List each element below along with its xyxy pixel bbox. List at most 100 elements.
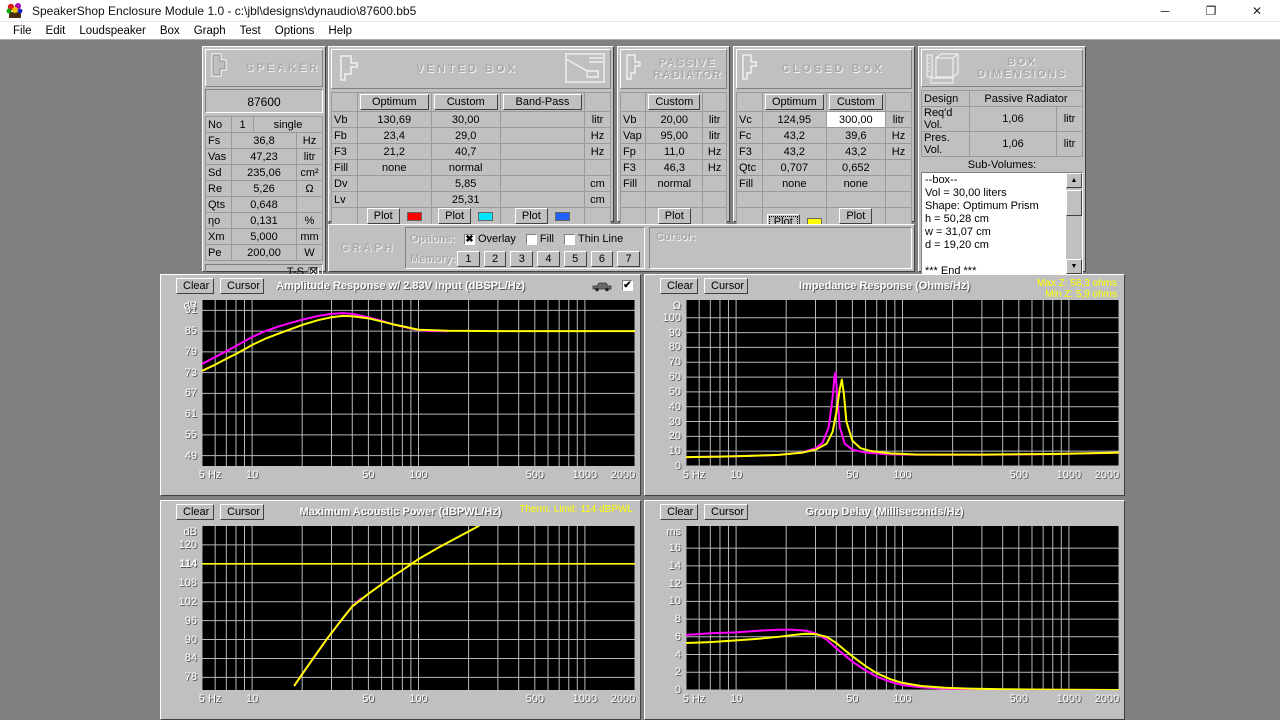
table-row[interactable]: Vb 20,00 litr <box>619 111 727 128</box>
vented-optimum-value[interactable]: 21,2 <box>357 143 432 160</box>
passive-row-value[interactable]: 20,00 <box>645 111 704 128</box>
vented-custom-value[interactable]: 30,00 <box>430 111 501 128</box>
scroll-up-icon[interactable]: ▲ <box>1066 173 1082 188</box>
table-row[interactable]: Vap 95,00 litr <box>619 127 727 144</box>
box-reqd-vol-value[interactable]: 1,06 <box>969 106 1057 132</box>
fill-checkbox[interactable] <box>525 233 537 245</box>
groupdelay-plot-area[interactable] <box>686 526 1119 690</box>
vented-bandpass-value[interactable] <box>499 191 586 208</box>
vented-custom-value[interactable]: normal <box>430 159 501 176</box>
speaker-row-value[interactable]: 235,06 <box>231 164 297 181</box>
vented-bandpass-value[interactable] <box>499 127 586 144</box>
closed-custom-value[interactable]: 0,652 <box>825 159 887 176</box>
maxpower-plot-area[interactable] <box>202 526 635 690</box>
closed-optimum-value[interactable]: 43,2 <box>762 143 827 160</box>
speaker-mode-value[interactable]: single <box>253 116 323 133</box>
vented-bandpass-value[interactable] <box>499 111 586 128</box>
table-row[interactable]: Vb 130,69 30,00 litr <box>331 111 611 128</box>
menu-item-help[interactable]: Help <box>321 22 359 40</box>
menu-item-box[interactable]: Box <box>153 22 187 40</box>
table-row[interactable]: F3 46,3 Hz <box>619 159 727 176</box>
table-row[interactable]: Design Passive Radiator <box>921 90 1083 107</box>
minimize-button[interactable]: ─ <box>1142 0 1188 22</box>
memory-button-1[interactable]: 1 <box>457 251 480 267</box>
speaker-row-value[interactable]: 36,8 <box>231 132 297 149</box>
vented-bandpass-value[interactable] <box>499 159 586 176</box>
closed-optimum-value[interactable]: 0,707 <box>762 159 827 176</box>
speaker-row-value[interactable]: 5,000 <box>231 228 297 245</box>
menu-item-test[interactable]: Test <box>233 22 268 40</box>
vented-custom-value[interactable]: 25,31 <box>430 191 501 208</box>
speaker-no-value[interactable]: 1 <box>231 116 254 133</box>
passive-plot-button[interactable]: Plot <box>657 208 691 224</box>
closed-custom-value[interactable]: 300,00 <box>825 111 887 128</box>
closed-optimum-value[interactable]: none <box>762 175 827 192</box>
speaker-row-value[interactable]: 5,26 <box>231 180 297 197</box>
box-design-value[interactable]: Passive Radiator <box>969 90 1083 107</box>
closed-optimum-button[interactable]: Optimum <box>765 94 824 110</box>
table-row[interactable]: Sd 235,06 cm² <box>205 164 323 181</box>
table-row[interactable]: Fs 36,8 Hz <box>205 132 323 149</box>
vented-bandpass-button[interactable]: Band-Pass <box>502 94 582 110</box>
overlay-checkbox[interactable]: ✖ <box>464 233 475 245</box>
vented-bandpass-plot-button[interactable]: Plot <box>514 208 548 224</box>
table-row[interactable]: Vas 47,23 litr <box>205 148 323 165</box>
table-row[interactable]: Req'd Vol. 1,06 litr <box>921 106 1083 132</box>
sub-volumes-scrollbar[interactable]: ▲ ▼ <box>1066 173 1082 274</box>
table-row[interactable]: F3 43,2 43,2 Hz <box>736 143 912 160</box>
car-mode-checkbox[interactable]: ✔ <box>622 280 633 291</box>
vented-bandpass-value[interactable] <box>499 143 586 160</box>
scrollbar-thumb[interactable] <box>1066 190 1082 216</box>
passive-row-value[interactable]: 46,3 <box>645 159 704 176</box>
memory-button-2[interactable]: 2 <box>483 251 507 267</box>
table-row[interactable]: Re 5,26 Ω <box>205 180 323 197</box>
vented-custom-button[interactable]: Custom <box>433 94 498 110</box>
menu-item-loudspeaker[interactable]: Loudspeaker <box>72 22 153 40</box>
table-row[interactable]: Fill none none <box>736 175 912 192</box>
speaker-name-field[interactable]: 87600 <box>205 89 323 113</box>
vented-custom-value[interactable]: 29,0 <box>430 127 501 144</box>
table-row[interactable]: Lv 25,31 cm <box>331 191 611 208</box>
vented-optimum-plot-button[interactable]: Plot <box>366 208 400 224</box>
table-row[interactable]: Fill none normal <box>331 159 611 176</box>
vented-custom-value[interactable]: 5,85 <box>430 175 501 192</box>
vented-optimum-value[interactable]: 130,69 <box>357 111 432 128</box>
table-row[interactable]: Xm 5,000 mm <box>205 228 323 245</box>
table-row[interactable]: Fb 23,4 29,0 Hz <box>331 127 611 144</box>
closed-custom-value[interactable]: 43,2 <box>825 143 887 160</box>
table-row[interactable]: Dv 5,85 cm <box>331 175 611 192</box>
table-row[interactable]: Qts 0,648 <box>205 196 323 213</box>
impedance-plot-area[interactable] <box>686 300 1119 466</box>
memory-button-4[interactable]: 4 <box>537 251 560 267</box>
memory-button-3[interactable]: 3 <box>510 251 534 267</box>
memory-button-6[interactable]: 6 <box>590 251 614 267</box>
table-row[interactable]: No 1 single <box>205 116 323 133</box>
menu-item-options[interactable]: Options <box>268 22 322 40</box>
passive-row-value[interactable]: normal <box>645 175 704 192</box>
speaker-row-value[interactable]: 0,648 <box>231 196 297 213</box>
menu-item-graph[interactable]: Graph <box>187 22 233 40</box>
vented-optimum-value[interactable] <box>357 175 432 192</box>
box-pres-vol-value[interactable]: 1,06 <box>969 131 1057 157</box>
speaker-row-value[interactable]: 47,23 <box>231 148 297 165</box>
speaker-row-value[interactable]: 200,00 <box>231 244 297 261</box>
passive-row-value[interactable]: 95,00 <box>645 127 704 144</box>
table-row[interactable]: Fp 11,0 Hz <box>619 143 727 160</box>
passive-custom-button[interactable]: Custom <box>648 94 701 110</box>
speaker-row-value[interactable]: 0,131 <box>231 212 297 229</box>
table-row[interactable]: Vc 124,95 300,00 litr <box>736 111 912 128</box>
table-row[interactable]: Fill normal <box>619 175 727 192</box>
vented-custom-value[interactable]: 40,7 <box>430 143 501 160</box>
sub-volumes-listbox[interactable]: --box-- Vol = 30,00 liters Shape: Optimu… <box>921 172 1083 275</box>
scroll-down-icon[interactable]: ▼ <box>1066 259 1082 274</box>
vented-custom-plot-button[interactable]: Plot <box>438 208 472 224</box>
passive-row-value[interactable]: 11,0 <box>645 143 704 160</box>
table-row[interactable]: Fc 43,2 39,6 Hz <box>736 127 912 144</box>
table-row[interactable]: Pres. Vol. 1,06 litr <box>921 131 1083 157</box>
closed-custom-value[interactable]: 39,6 <box>825 127 887 144</box>
memory-button-5[interactable]: 5 <box>563 251 587 267</box>
table-row[interactable]: ηo 0,131 % <box>205 212 323 229</box>
vented-optimum-value[interactable]: 23,4 <box>357 127 432 144</box>
maximize-restore-button[interactable]: ❐ <box>1188 0 1234 22</box>
table-row[interactable]: Pe 200,00 W <box>205 244 323 261</box>
